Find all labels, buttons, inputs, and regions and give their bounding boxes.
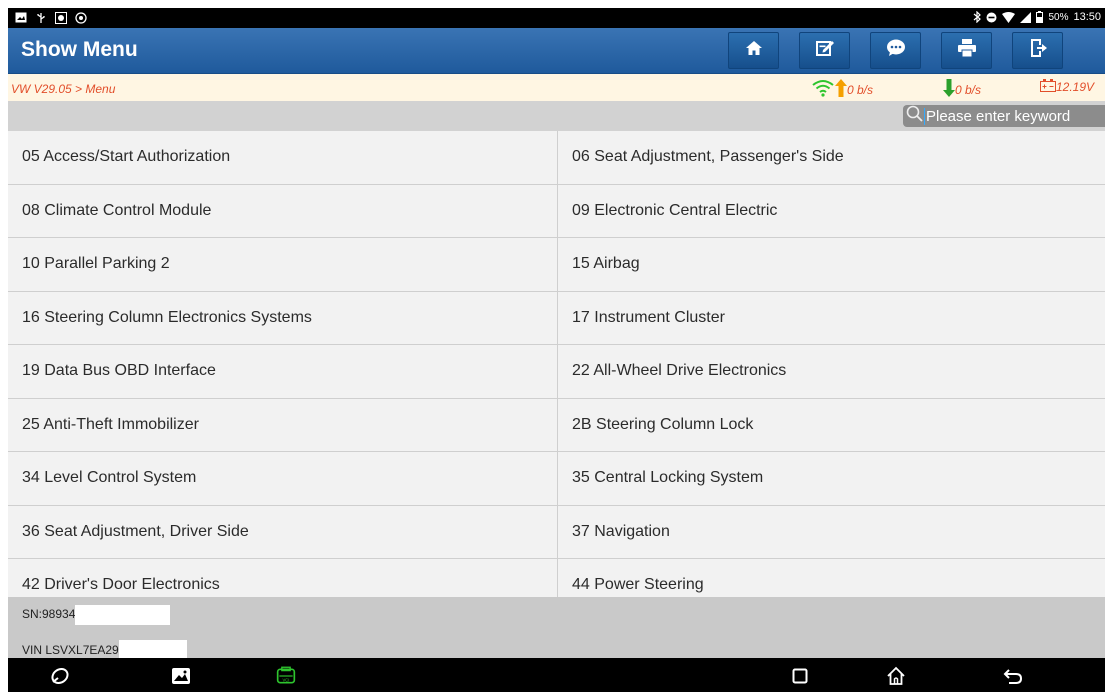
breadcrumb-bar: VW V29.05 > Menu 0 b/s 0 b/s 12.19V bbox=[8, 74, 1105, 101]
serial-number-text: SN:98934 bbox=[22, 607, 76, 622]
menu-item[interactable]: 17 Instrument Cluster bbox=[558, 291, 1105, 345]
exit-button[interactable] bbox=[1012, 32, 1063, 69]
menu-item[interactable]: 42 Driver's Door Electronics bbox=[8, 559, 558, 597]
menu-item[interactable]: 25 Anti-Theft Immobilizer bbox=[8, 398, 558, 452]
wifi-signal-icon bbox=[811, 79, 835, 100]
navigation-bar: VCI bbox=[8, 658, 1105, 692]
status-bar: 50% 13:50 bbox=[8, 8, 1105, 28]
battery-voltage-icon bbox=[1040, 79, 1056, 95]
download-arrow-icon bbox=[943, 79, 955, 100]
home-nav-icon[interactable] bbox=[886, 666, 906, 686]
signal-icon bbox=[1020, 11, 1032, 23]
system-menu: 05 Access/Start Authorization 06 Seat Adj… bbox=[8, 131, 1105, 597]
upload-indicator: 0 b/s bbox=[811, 79, 873, 100]
battery-icon bbox=[1036, 11, 1044, 23]
voltage-indicator: 12.19V bbox=[1040, 79, 1094, 95]
gallery-icon[interactable] bbox=[171, 666, 191, 686]
menu-item[interactable]: 34 Level Control System bbox=[8, 452, 558, 506]
toolbar bbox=[728, 32, 1065, 69]
do-not-disturb-icon bbox=[986, 12, 997, 23]
redaction-box bbox=[75, 605, 171, 625]
vin-text: VIN LSVXL7EA29 bbox=[22, 643, 119, 658]
image-notification-icon bbox=[14, 11, 28, 24]
edit-button[interactable] bbox=[799, 32, 850, 69]
menu-item[interactable]: 2B Steering Column Lock bbox=[558, 398, 1105, 452]
menu-item[interactable]: 36 Seat Adjustment, Driver Side bbox=[8, 505, 558, 559]
menu-item[interactable]: 22 All-Wheel Drive Electronics bbox=[558, 345, 1105, 399]
vci-label: VCI bbox=[283, 677, 290, 682]
download-indicator: 0 b/s bbox=[943, 79, 981, 100]
search-icon bbox=[906, 105, 923, 127]
home-button[interactable] bbox=[728, 32, 779, 69]
bluetooth-icon bbox=[973, 11, 982, 23]
message-icon bbox=[886, 39, 906, 62]
system-menu-grid: 05 Access/Start Authorization 06 Seat Adj… bbox=[8, 131, 1105, 597]
menu-item[interactable]: 06 Seat Adjustment, Passenger's Side bbox=[558, 131, 1105, 185]
status-right-icons: 50% 13:50 bbox=[973, 11, 1101, 23]
search-box bbox=[903, 105, 1105, 127]
browser-icon[interactable] bbox=[50, 666, 70, 686]
menu-item[interactable]: 44 Power Steering bbox=[558, 559, 1105, 597]
app-notification-icon bbox=[54, 11, 68, 24]
download-rate: 0 b/s bbox=[955, 82, 982, 97]
screenshot-frame: 50% 13:50 Show Menu VW V29.05 > Menu 0 b… bbox=[0, 0, 1105, 692]
menu-item[interactable]: 19 Data Bus OBD Interface bbox=[8, 345, 558, 399]
tablet-screen: 50% 13:50 Show Menu VW V29.05 > Menu 0 b… bbox=[8, 8, 1105, 692]
settings-notification-icon bbox=[74, 11, 88, 24]
print-button[interactable] bbox=[941, 32, 992, 69]
menu-item[interactable]: 08 Climate Control Module bbox=[8, 184, 558, 238]
edit-icon bbox=[815, 38, 835, 63]
voltage: 12.19V bbox=[1056, 80, 1095, 94]
menu-item[interactable]: 15 Airbag bbox=[558, 238, 1105, 292]
status-left-icons bbox=[14, 11, 88, 24]
message-button[interactable] bbox=[870, 32, 921, 69]
back-icon[interactable] bbox=[1003, 666, 1023, 686]
page-title: Show Menu bbox=[21, 38, 138, 61]
battery-percent: 50% bbox=[1048, 11, 1069, 23]
menu-item[interactable]: 35 Central Locking System bbox=[558, 452, 1105, 506]
serial-number: SN:98934 bbox=[22, 605, 171, 625]
menu-item[interactable]: 16 Steering Column Electronics Systems bbox=[8, 291, 558, 345]
title-bar: Show Menu bbox=[8, 28, 1105, 74]
upload-arrow-icon bbox=[835, 79, 847, 100]
vci-icon[interactable]: VCI bbox=[276, 666, 296, 686]
exit-icon bbox=[1029, 38, 1047, 63]
home-icon bbox=[745, 39, 763, 62]
menu-item[interactable]: 09 Electronic Central Electric bbox=[558, 184, 1105, 238]
search-input[interactable] bbox=[924, 107, 1104, 125]
breadcrumb: VW V29.05 > Menu bbox=[11, 82, 116, 96]
menu-item[interactable]: 37 Navigation bbox=[558, 505, 1105, 559]
usb-icon bbox=[34, 11, 48, 24]
clock: 13:50 bbox=[1073, 11, 1101, 23]
wifi-icon bbox=[1002, 11, 1016, 23]
recents-icon[interactable] bbox=[790, 666, 810, 686]
print-icon bbox=[957, 38, 977, 63]
upload-rate: 0 b/s bbox=[847, 82, 874, 97]
menu-item[interactable]: 05 Access/Start Authorization bbox=[8, 131, 558, 185]
device-info-bar: SN:98934 VIN LSVXL7EA29 bbox=[8, 597, 1105, 662]
menu-item[interactable]: 10 Parallel Parking 2 bbox=[8, 238, 558, 292]
search-row bbox=[8, 101, 1105, 131]
